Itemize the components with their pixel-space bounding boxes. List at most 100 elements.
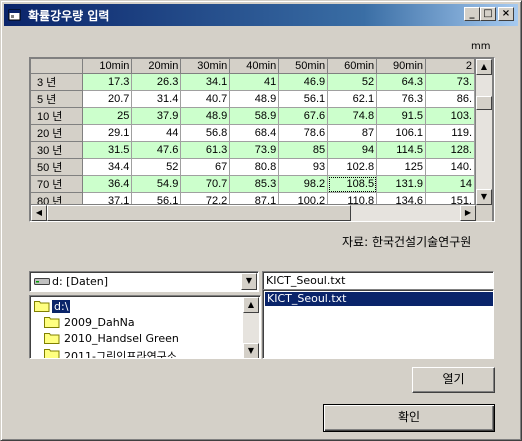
table-row[interactable]: 20 년 29.1 44 56.8 68.4 78.6 87 106.1 119. [31,124,475,142]
table-cell[interactable]: 34.1 [180,73,231,91]
table-cell[interactable]: 54.9 [131,175,182,193]
scroll-left-icon[interactable]: ◀ [31,205,47,221]
row-header[interactable]: 30 년 [31,141,84,159]
horizontal-scroll-thumb[interactable] [47,205,351,221]
table-cell[interactable]: 74.8 [327,107,378,125]
table-cell[interactable]: 58.9 [229,107,280,125]
row-header[interactable]: 20 년 [31,124,84,142]
directory-list[interactable]: d:\ 2009_DahNa 2010_Handsel Green 2011-그… [29,295,261,359]
table-cell[interactable]: 25 [82,107,133,125]
table-cell[interactable]: 41 [229,73,280,91]
table-row[interactable]: 50 년 34.4 52 67 80.8 93 102.8 125 140. [31,158,475,176]
table-cell[interactable]: 52 [327,73,378,91]
table-cell[interactable]: 76.3 [376,90,427,108]
table-cell[interactable]: 87 [327,124,378,142]
table-cell[interactable]: 17.3 [82,73,133,91]
table-cell[interactable]: 131.9 [376,175,427,193]
table-cell[interactable]: 73.9 [229,141,280,159]
table-cell[interactable]: 106.1 [376,124,427,142]
table-row[interactable]: 80 년 37.1 56.1 72.2 87.1 100.2 110.8 134.6 151. [31,192,475,204]
scroll-up-icon[interactable]: ▲ [243,297,259,313]
table-cell[interactable]: 31.4 [131,90,182,108]
table-cell[interactable]: 114.5 [376,141,427,159]
ok-button[interactable]: 확인 [323,404,495,432]
table-cell[interactable]: 46.9 [278,73,329,91]
table-cell[interactable]: 87.1 [229,192,280,204]
column-header[interactable]: 10min [82,59,133,74]
scroll-down-icon[interactable]: ▼ [476,189,492,205]
table-cell[interactable]: 110.8 [327,192,378,204]
column-header[interactable]: 60min [327,59,378,74]
table-row[interactable]: 5 년 20.7 31.4 40.7 48.9 56.1 62.1 76.3 86. [31,90,475,108]
column-header[interactable]: 50min [278,59,329,74]
table-cell[interactable]: 44 [131,124,182,142]
table-cell[interactable]: 100.2 [278,192,329,204]
directory-scrollbar[interactable]: ▲ ▼ [243,297,259,358]
column-header[interactable]: 30min [180,59,231,74]
table-cell[interactable]: 56.1 [278,90,329,108]
row-header[interactable]: 3 년 [31,73,84,91]
row-header[interactable]: 80 년 [31,192,84,204]
table-cell[interactable]: 56.1 [131,192,182,204]
table-cell[interactable]: 62.1 [327,90,378,108]
table-cell[interactable]: 103. [425,107,475,125]
table-cell[interactable]: 26.3 [131,73,182,91]
table-cell[interactable]: 73. [425,73,475,91]
table-cell[interactable]: 128. [425,141,475,159]
table-cell[interactable]: 47.6 [131,141,182,159]
table-cell[interactable]: 108.5 [327,175,378,193]
horizontal-scrollbar[interactable]: ◀ ▶ [31,205,476,221]
close-button[interactable]: × [498,7,514,21]
table-cell[interactable]: 78.6 [278,124,329,142]
table-cell[interactable]: 48.9 [180,107,231,125]
table-cell[interactable]: 14 [425,175,475,193]
table-row[interactable]: 30 년 31.5 47.6 61.3 73.9 85 94 114.5 128. [31,141,475,159]
table-row[interactable]: 3 년 17.3 26.3 34.1 41 46.9 52 64.3 73. [31,73,475,91]
table-cell[interactable]: 64.3 [376,73,427,91]
row-header[interactable]: 10 년 [31,107,84,125]
table-cell[interactable]: 93 [278,158,329,176]
table-cell[interactable]: 31.5 [82,141,133,159]
row-header[interactable]: 50 년 [31,158,84,176]
open-button[interactable]: 열기 [412,367,495,393]
table-cell[interactable]: 36.4 [82,175,133,193]
table-cell[interactable]: 91.5 [376,107,427,125]
table-cell[interactable]: 40.7 [180,90,231,108]
column-header[interactable]: 40min [229,59,280,74]
table-cell[interactable]: 48.9 [229,90,280,108]
table-cell[interactable]: 34.4 [82,158,133,176]
table-cell[interactable]: 61.3 [180,141,231,159]
column-header[interactable]: 90min [376,59,427,74]
minimize-button[interactable]: _ [464,7,480,21]
table-cell[interactable]: 56.8 [180,124,231,142]
title-bar[interactable]: 확률강우량 입력 _ □ × [4,4,518,26]
chevron-down-icon[interactable]: ▼ [241,273,257,290]
table-row[interactable]: 10 년 25 37.9 48.9 58.9 67.6 74.8 91.5 103. [31,107,475,125]
table-cell[interactable]: 151. [425,192,475,204]
vertical-scroll-thumb[interactable] [476,96,492,110]
maximize-button[interactable]: □ [480,7,496,21]
table-cell[interactable]: 37.1 [82,192,133,204]
scroll-right-icon[interactable]: ▶ [460,205,476,221]
table-cell[interactable]: 37.9 [131,107,182,125]
column-header[interactable]: 2 [425,59,475,74]
table-cell[interactable]: 134.6 [376,192,427,204]
table-cell[interactable]: 67.6 [278,107,329,125]
drive-select[interactable]: d: [Daten] ▼ [29,271,259,292]
table-cell[interactable]: 119. [425,124,475,142]
table-cell[interactable]: 67 [180,158,231,176]
table-cell[interactable]: 102.8 [327,158,378,176]
table-cell[interactable]: 125 [376,158,427,176]
table-cell[interactable]: 140. [425,158,475,176]
table-cell[interactable]: 52 [131,158,182,176]
filename-input[interactable]: KICT_Seoul.txt [262,271,494,290]
file-list[interactable]: KICT_Seoul.txt [262,289,494,359]
vertical-scrollbar[interactable]: ▲ ▼ [476,59,492,205]
table-cell[interactable]: 94 [327,141,378,159]
table-row[interactable]: 70 년 36.4 54.9 70.7 85.3 98.2 108.5 131.9 14 [31,175,475,193]
table-cell[interactable]: 85.3 [229,175,280,193]
column-header[interactable]: 20min [131,59,182,74]
table-cell[interactable]: 86. [425,90,475,108]
scroll-up-icon[interactable]: ▲ [476,59,492,75]
table-cell[interactable]: 20.7 [82,90,133,108]
